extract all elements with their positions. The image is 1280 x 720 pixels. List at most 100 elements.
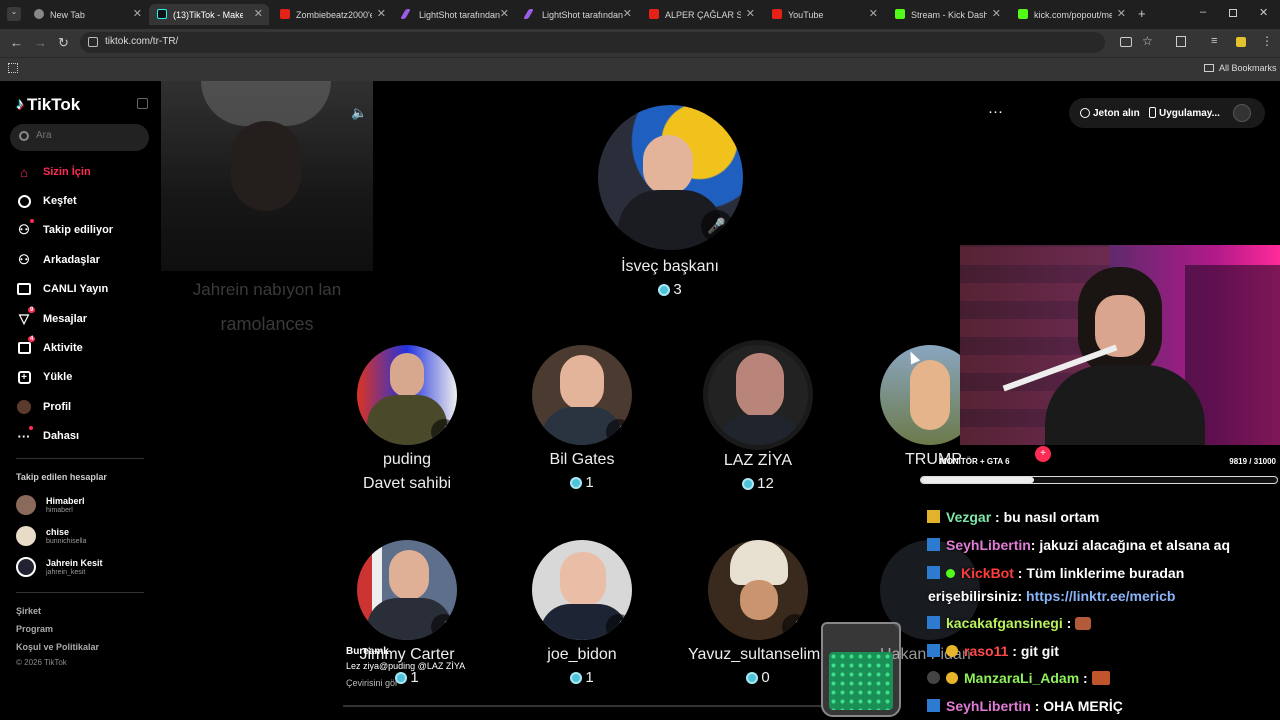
close-tab-icon[interactable]: ✕ [377,7,386,20]
sidebar-item-upload[interactable]: + Yükle [16,369,72,385]
close-tab-icon[interactable]: ✕ [500,7,509,20]
sidebar-item-messages[interactable]: ▽ 9 Mesajlar [16,307,87,327]
chat-username[interactable]: Vezgar [946,509,991,525]
guest-avatar: 🎤 [357,540,457,640]
sidebar-item-explore[interactable]: Keşfet [16,193,77,209]
logo-text: TikTok [27,95,81,114]
guest-slot-laz-ziya[interactable]: LAZ ZİYA 12 [703,340,813,492]
bookmark-star-icon[interactable]: ☆ [1142,34,1153,48]
tiktok-logo[interactable]: ♪ TikTok [16,95,80,115]
close-tab-icon[interactable]: ✕ [992,7,1001,20]
mod-badge-icon [927,671,940,684]
search-box[interactable] [10,124,149,151]
tab-kick-dashboard[interactable]: Stream - Kick Dashboard ✕ [887,4,1007,25]
streamer-face [1095,295,1145,357]
volume-icon[interactable]: 🔈 [351,105,367,121]
translate-link[interactable]: Çevirisini gör [346,677,516,690]
followed-account[interactable]: Jahrein Kesit jahrein_kesit [16,557,103,577]
comment-underline [343,705,823,707]
goal-heart-icon: + [1035,446,1051,462]
sidebar-item-for-you[interactable]: ⌂ Sizin İçin [16,164,91,180]
tab-new-tab[interactable]: New Tab ✕ [26,4,148,25]
get-app-label[interactable]: Uygulamay... [1159,108,1220,119]
video-preview[interactable] [161,81,373,271]
close-tab-icon[interactable]: ✕ [254,7,263,20]
chat-username[interactable]: kacakafgansinegi [946,615,1063,631]
comment-user[interactable]: Bureamk [346,645,516,658]
apps-grid-icon[interactable] [8,63,18,73]
tab-lightshot-1[interactable]: LightShot tarafından ✕ [395,4,515,25]
mic-muted-icon: 🎤 [782,614,808,640]
tab-youtube[interactable]: YouTube ✕ [764,4,884,25]
followed-account[interactable]: Himaberl himaberl [16,495,85,515]
chat-text: : bu nasıl ortam [995,509,1100,525]
sidebar-item-profile[interactable]: Profil [16,399,71,415]
tab-lightshot-2[interactable]: LightShot tarafından ✕ [518,4,638,25]
sidebar-item-more[interactable]: ··· Dahası [16,426,79,444]
user-avatar[interactable] [1233,104,1251,122]
face-shape [736,353,784,418]
sidebar-item-live[interactable]: CANLI Yayın [16,281,108,297]
reload-icon[interactable]: ↻ [58,35,69,51]
goal-label: MONİTÖR + GTA 6 [940,457,1010,466]
sidebar-item-friends[interactable]: ⚇ Arkadaşlar [16,252,100,268]
chat-username[interactable]: SeyhLibertin [946,537,1031,553]
chat-text: : git git [1012,643,1059,659]
live-icon [16,281,32,297]
minimize-icon[interactable]: – [1200,6,1206,18]
all-bookmarks[interactable]: All Bookmarks [1204,63,1277,73]
chat-username[interactable]: KickBot [961,565,1014,581]
restore-icon[interactable] [1229,9,1237,17]
chat-username[interactable]: SeyhLibertin [946,698,1031,714]
collapse-sidebar-icon[interactable] [137,98,148,109]
account-username: jahrein_kesit [46,568,86,576]
tab-tiktok[interactable]: (13)TikTok - Make Your Day ✕ [149,4,269,25]
chat-link[interactable]: https://linktr.ee/mericb [1026,588,1175,604]
extension-yellow-icon[interactable] [1236,37,1246,47]
close-tab-icon[interactable]: ✕ [869,7,878,20]
get-coins-label[interactable]: Jeton alın [1093,108,1140,119]
footer-program[interactable]: Program [16,624,53,634]
goal-progress-track [920,476,1278,484]
sidebar-item-activity[interactable]: 4 Aktivite [16,336,83,356]
close-tab-icon[interactable]: ✕ [623,7,632,20]
more-dots-icon: ··· [16,426,33,444]
footer-company[interactable]: Şirket [16,606,41,616]
comment-text: Lez ziya@puding @LAZ ZİYA [346,661,466,671]
url-bar[interactable]: tiktok.com/tr-TR/ [80,32,1105,53]
home-icon: ⌂ [20,164,28,180]
tab-youtube-zombie[interactable]: Zombiebeatz2000'e Nasıl ✕ [272,4,392,25]
media-icon[interactable]: ≡ [1211,35,1217,47]
extensions-icon[interactable] [1176,36,1186,47]
close-window-icon[interactable]: ✕ [1259,6,1268,19]
tab-kick-popout[interactable]: kick.com/popout/mericb ✕ [1010,4,1132,25]
guest-avatar: 🎤 [708,540,808,640]
host-guest-slot[interactable]: 🎤 İsveç başkanı 3 [595,105,745,298]
sidebar-item-following[interactable]: ⚇ Takip ediliyor [16,219,113,238]
chat-username[interactable]: ManzaraLi_Adam [964,670,1079,686]
count-value: 3 [673,281,682,298]
following-accounts-title: Takip edilen hesaplar [16,472,107,482]
site-info-icon[interactable] [88,37,98,47]
install-app-icon[interactable] [1120,37,1132,47]
close-tab-icon[interactable]: ✕ [746,7,755,20]
back-arrow-icon[interactable]: ← [10,35,23,50]
more-options-icon[interactable]: ··· [988,103,1003,120]
close-tab-icon[interactable]: ✕ [1117,7,1126,20]
guest-slot-yavuz[interactable]: 🎤 Yavuz_sultanselim 0 [688,540,820,686]
guest-slot-joe-bidon[interactable]: 🎤 joe_bidon 1 [527,540,637,686]
tab-search-button[interactable]: ⌄ [7,7,21,21]
chat-message-continued: erişebilirsiniz: https://linktr.ee/meric… [928,588,1175,604]
tab-alper[interactable]: ALPER ÇAĞLAR SPOR ✕ [641,4,761,25]
new-tab-button[interactable]: + [1138,6,1146,21]
tab-label: LightShot tarafından [419,9,501,20]
followed-account[interactable]: chise bunnichisella [16,526,86,546]
guest-slot-puding[interactable]: 🎤 puding Davet sahibi [352,345,462,493]
search-input[interactable] [36,130,141,141]
close-tab-icon[interactable]: ✕ [133,7,142,20]
forward-arrow-icon[interactable]: → [34,35,47,50]
footer-terms[interactable]: Koşul ve Politikalar [16,642,99,652]
chat-username[interactable]: raso11 [964,643,1008,659]
browser-menu-icon[interactable]: ⋮ [1261,34,1273,48]
guest-slot-bil-gates[interactable]: 🎤 Bil Gates 1 [527,345,637,491]
